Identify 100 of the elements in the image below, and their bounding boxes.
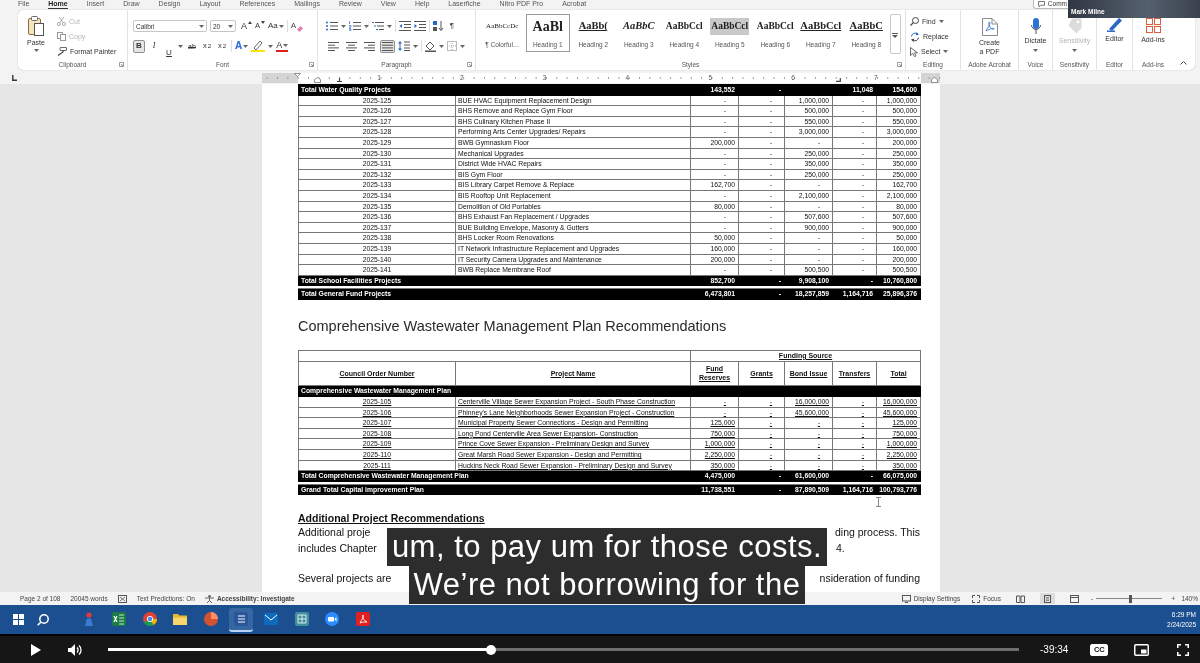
focus-icon[interactable]	[972, 594, 981, 603]
caret-icon[interactable]	[268, 44, 274, 48]
folder-icon	[173, 611, 188, 626]
section-heading: Comprehensive Wastewater Management Plan Recommendations	[298, 316, 728, 336]
sort-icon[interactable]	[433, 21, 444, 31]
scissors-icon	[57, 17, 66, 26]
italic-button[interactable]: I	[148, 39, 160, 53]
expand-caret-icon	[892, 33, 898, 38]
change-case-button[interactable]: Aa	[268, 19, 284, 33]
grow-font-button[interactable]: A	[241, 19, 252, 33]
caret-icon[interactable]	[341, 24, 346, 28]
taskbar-app-button[interactable]	[228, 607, 253, 632]
accessibility-icon[interactable]	[204, 594, 214, 603]
pie-chart-app-icon	[203, 611, 218, 626]
subtitle-caption: We’re not borrowing for the	[408, 566, 806, 604]
monitor-icon[interactable]	[901, 594, 911, 603]
bullet-list-icon[interactable]	[326, 21, 338, 31]
picture-in-picture-icon[interactable]	[1134, 643, 1150, 656]
paragraph-text-fragment: ding process. This	[835, 525, 920, 541]
align-right-button[interactable]	[362, 39, 377, 53]
tab-stop-icon[interactable]	[337, 77, 342, 82]
caret-icon[interactable]	[460, 44, 465, 48]
subtitle-caption: um, to pay um for those costs.	[386, 528, 828, 566]
collapse-ribbon-icon[interactable]	[1180, 61, 1187, 65]
mail-app-icon	[264, 611, 279, 626]
dialog-launcher-icon[interactable]	[467, 62, 472, 67]
caret-icon[interactable]	[413, 44, 418, 48]
pen-icon	[1106, 18, 1123, 32]
caret-icon[interactable]	[938, 20, 944, 23]
caret-icon[interactable]	[1033, 48, 1038, 52]
align-left-button[interactable]	[326, 39, 341, 53]
pdf-app-icon	[355, 611, 370, 626]
caret-icon[interactable]	[283, 43, 289, 47]
spreadsheet-app-icon	[112, 611, 127, 626]
search-icon	[910, 17, 919, 26]
pdf-document-icon	[981, 18, 998, 36]
play-icon[interactable]	[31, 643, 41, 656]
highlighter-icon[interactable]	[251, 40, 266, 52]
book-icon	[1015, 594, 1025, 603]
line-spacing-icon[interactable]	[398, 41, 410, 51]
caret-icon[interactable]	[943, 50, 949, 53]
justify-button[interactable]	[380, 39, 395, 53]
page-icon	[1042, 594, 1052, 603]
circular-arrows-icon	[910, 31, 920, 42]
caret-icon[interactable]	[199, 24, 204, 28]
tab-stop-icon[interactable]	[836, 77, 841, 82]
caret-icon[interactable]	[228, 24, 233, 28]
dialog-launcher-icon[interactable]	[119, 62, 124, 67]
document-app-icon	[233, 611, 248, 626]
down-caret-icon	[261, 20, 266, 24]
dialog-launcher-icon[interactable]	[309, 62, 314, 67]
speech-bubble-icon	[1037, 1, 1045, 7]
align-right-icon	[364, 41, 375, 51]
caret-icon[interactable]	[364, 24, 369, 28]
decrease-indent-icon[interactable]	[399, 21, 411, 31]
caret-icon[interactable]	[439, 44, 444, 48]
dialog-launcher-icon[interactable]	[897, 62, 902, 67]
copy-icon	[57, 32, 66, 41]
align-center-button[interactable]	[344, 39, 359, 53]
increase-indent-icon[interactable]	[414, 21, 426, 31]
underline-button[interactable]: U	[163, 46, 175, 60]
caret-icon[interactable]	[387, 24, 392, 28]
justify-icon	[382, 41, 393, 51]
paragraph-text-fragment: Several projects are	[298, 571, 392, 587]
remaining-time: -39:34	[1040, 644, 1069, 655]
bold-button[interactable]: B	[133, 39, 145, 53]
clipboard-icon	[28, 16, 44, 36]
caret-icon[interactable]	[278, 24, 284, 28]
caret-icon[interactable]	[33, 49, 39, 52]
tab-selector-icon[interactable]	[12, 74, 17, 81]
microphone-icon	[1030, 18, 1041, 34]
clear-formatting-button[interactable]: A	[290, 19, 304, 33]
caret-icon[interactable]	[243, 44, 249, 48]
grid-icon	[1145, 18, 1161, 33]
crossed-box-icon[interactable]	[117, 594, 127, 603]
paragraph-text-fragment: 4.	[836, 540, 845, 556]
volume-icon[interactable]	[68, 643, 83, 656]
caret-icon[interactable]	[178, 44, 183, 48]
numbered-list-icon[interactable]	[349, 21, 361, 31]
tag-icon	[1067, 18, 1082, 34]
person-figure-icon	[82, 611, 96, 626]
gallery-expand-button[interactable]	[889, 14, 901, 54]
video-call-app-icon	[325, 611, 340, 626]
grid-app-icon	[294, 611, 309, 626]
show-formatting-button[interactable]: ¶	[447, 19, 457, 33]
print-layout-button[interactable]	[1039, 593, 1055, 604]
zoom-slider-thumb[interactable]	[1129, 594, 1133, 603]
paint-bucket-icon[interactable]	[425, 40, 436, 52]
browser-icon	[142, 611, 157, 626]
fullscreen-icon[interactable]	[1177, 643, 1190, 656]
align-center-icon	[346, 41, 357, 51]
first-line-indent-marker-icon[interactable]	[294, 72, 301, 77]
browser-window-icon	[1069, 594, 1079, 603]
search-icon[interactable]	[37, 613, 49, 626]
multilevel-list-icon[interactable]	[372, 21, 384, 31]
font-color-button[interactable]: A	[276, 40, 289, 52]
text-effects-button[interactable]: A	[235, 39, 249, 53]
start-menu-icon[interactable]	[13, 614, 24, 625]
eraser-icon	[297, 25, 304, 32]
progress-thumb[interactable]	[485, 644, 496, 655]
